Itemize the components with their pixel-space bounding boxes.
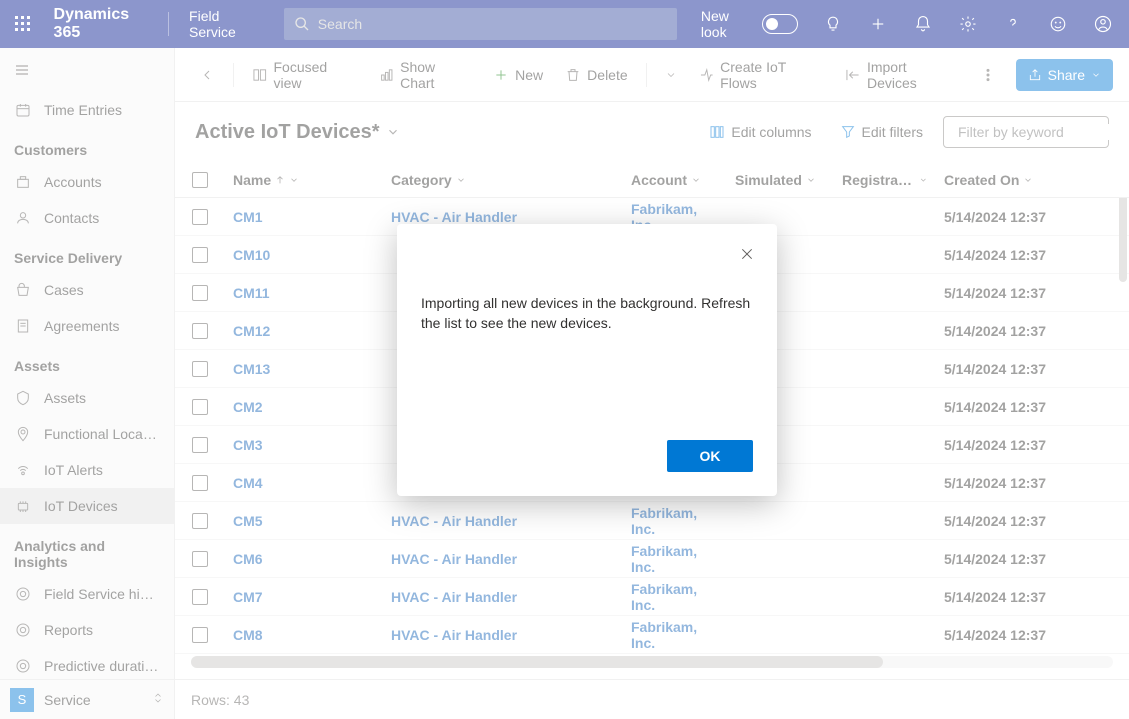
close-button[interactable] [735,242,759,266]
ok-button[interactable]: OK [667,440,753,472]
dialog-message: Importing all new devices in the backgro… [421,248,753,440]
import-dialog: Importing all new devices in the backgro… [397,224,777,496]
close-icon [739,246,755,262]
